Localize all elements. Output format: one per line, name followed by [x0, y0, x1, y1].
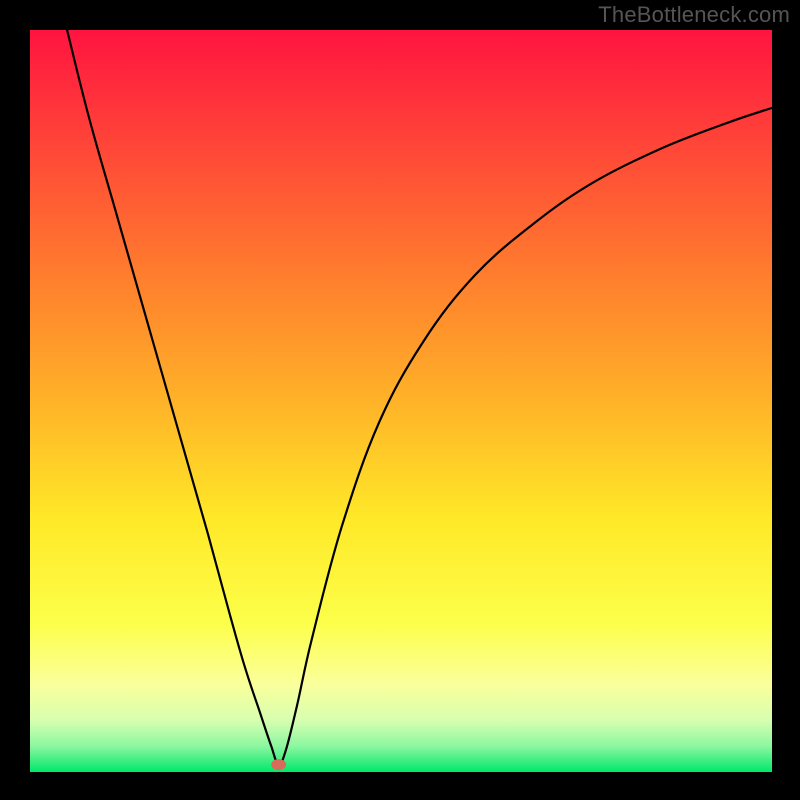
plot-area: [30, 30, 772, 772]
watermark-text: TheBottleneck.com: [598, 2, 790, 28]
chart-svg: [30, 30, 772, 772]
gradient-background: [30, 30, 772, 772]
chart-frame: TheBottleneck.com: [0, 0, 800, 800]
minimum-marker: [272, 760, 286, 770]
